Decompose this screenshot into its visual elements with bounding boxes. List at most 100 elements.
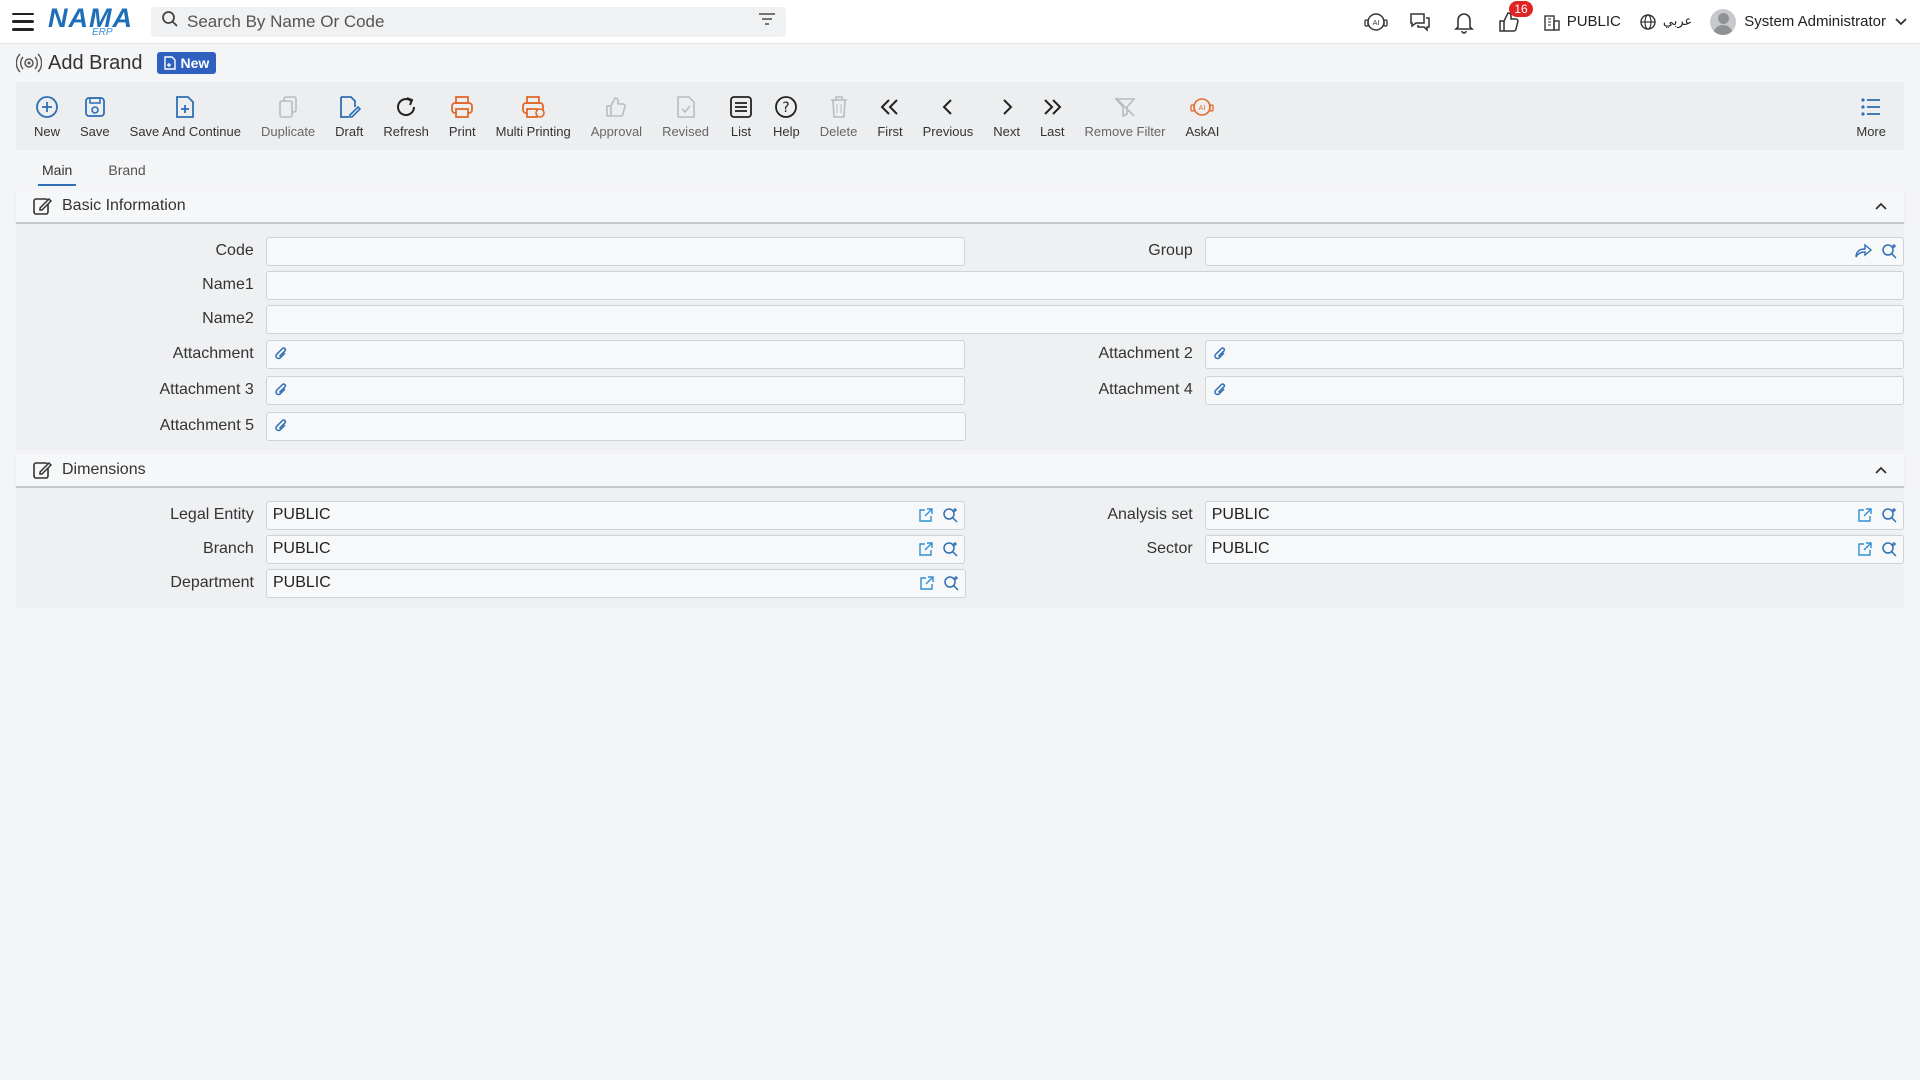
language-selector[interactable]: عربي bbox=[1639, 13, 1692, 31]
chat-icon[interactable] bbox=[1407, 9, 1433, 35]
multi-printing-label: Multi Printing bbox=[495, 124, 571, 139]
group-label: Group bbox=[1148, 242, 1193, 259]
new-button-label: New bbox=[34, 124, 61, 139]
search-lookup-icon[interactable] bbox=[1881, 541, 1897, 557]
approvals-icon[interactable]: 16 bbox=[1495, 0, 1533, 35]
tab-main[interactable]: Main bbox=[38, 162, 77, 186]
paperclip-icon[interactable] bbox=[273, 345, 289, 363]
draft-button-label: Draft bbox=[335, 124, 364, 139]
delete-button[interactable]: Delete bbox=[810, 86, 868, 146]
dimensions-header[interactable]: Dimensions bbox=[16, 454, 1904, 488]
refresh-button[interactable]: Refresh bbox=[373, 86, 439, 146]
print-button[interactable]: Print bbox=[439, 86, 486, 146]
legal-entity-label: Legal Entity bbox=[170, 506, 254, 523]
search-lookup-icon[interactable] bbox=[942, 541, 958, 557]
page-title: Add Brand bbox=[48, 51, 143, 74]
name2-field[interactable] bbox=[265, 304, 1904, 334]
search-icon[interactable] bbox=[161, 10, 179, 33]
chevron-up-icon[interactable] bbox=[1874, 465, 1888, 475]
name1-label: Name1 bbox=[202, 276, 254, 293]
chevron-right-icon bbox=[1002, 99, 1012, 115]
logo[interactable]: NAMA ERP bbox=[48, 5, 133, 38]
search-lookup-icon[interactable] bbox=[943, 575, 959, 591]
remove-filter-button[interactable]: Remove Filter bbox=[1075, 86, 1176, 146]
filter-icon[interactable] bbox=[758, 12, 776, 31]
tab-brand[interactable]: Brand bbox=[104, 162, 149, 186]
duplicate-button[interactable]: Duplicate bbox=[251, 86, 325, 146]
multi-printing-button[interactable]: Multi Printing bbox=[486, 86, 581, 146]
hamburger-menu-icon[interactable] bbox=[12, 12, 34, 31]
name1-field[interactable] bbox=[265, 270, 1904, 300]
draft-button[interactable]: Draft bbox=[325, 86, 373, 146]
last-button[interactable]: Last bbox=[1030, 86, 1075, 146]
attachment3-field[interactable] bbox=[265, 375, 965, 405]
share-icon[interactable] bbox=[1855, 243, 1873, 259]
paperclip-icon[interactable] bbox=[273, 381, 289, 399]
branch-field[interactable]: PUBLIC bbox=[265, 534, 965, 564]
attachment-label: Attachment bbox=[172, 345, 254, 362]
department-field[interactable]: PUBLIC bbox=[266, 568, 966, 598]
open-link-icon[interactable] bbox=[918, 507, 934, 523]
next-button[interactable]: Next bbox=[983, 86, 1030, 146]
revised-button[interactable]: Revised bbox=[652, 86, 719, 146]
attachment-field[interactable] bbox=[265, 339, 965, 369]
analysis-set-value: PUBLIC bbox=[1211, 506, 1270, 523]
attachment3-label: Attachment 3 bbox=[159, 381, 254, 398]
attachment4-field[interactable] bbox=[1204, 375, 1904, 405]
list-button[interactable]: List bbox=[719, 86, 763, 146]
search-lookup-icon[interactable] bbox=[942, 507, 958, 523]
org-selector[interactable]: PUBLIC bbox=[1543, 13, 1621, 31]
open-link-icon[interactable] bbox=[919, 575, 935, 591]
search-bar bbox=[151, 6, 786, 37]
attachment2-field[interactable] bbox=[1204, 339, 1904, 369]
name2-label: Name2 bbox=[202, 310, 254, 327]
double-chevron-left-icon bbox=[880, 99, 898, 115]
user-menu[interactable]: System Administrator bbox=[1710, 8, 1908, 35]
logo-text: NAMA bbox=[48, 3, 133, 33]
analysis-set-label: Analysis set bbox=[1107, 506, 1193, 523]
action-toolbar: New Save Save And Continue Duplicate Dra… bbox=[16, 82, 1904, 150]
approval-button[interactable]: Approval bbox=[581, 86, 652, 146]
search-lookup-icon[interactable] bbox=[1881, 243, 1897, 259]
sector-field[interactable]: PUBLIC bbox=[1204, 534, 1904, 564]
analysis-set-field[interactable]: PUBLIC bbox=[1204, 500, 1904, 530]
search-input[interactable] bbox=[187, 11, 758, 32]
previous-button[interactable]: Previous bbox=[913, 86, 984, 146]
legal-entity-field[interactable]: PUBLIC bbox=[265, 500, 965, 530]
save-and-continue-button[interactable]: Save And Continue bbox=[120, 86, 251, 146]
paperclip-icon[interactable] bbox=[1212, 345, 1228, 363]
ai-assistant-icon[interactable]: AI bbox=[1363, 9, 1389, 35]
refresh-button-label: Refresh bbox=[383, 124, 429, 139]
attachment2-label: Attachment 2 bbox=[1098, 345, 1193, 362]
first-button-label: First bbox=[877, 124, 903, 139]
open-link-icon[interactable] bbox=[1857, 541, 1873, 557]
help-button[interactable]: ? Help bbox=[763, 86, 810, 146]
help-button-label: Help bbox=[773, 124, 800, 139]
open-link-icon[interactable] bbox=[1857, 507, 1873, 523]
paperclip-icon[interactable] bbox=[273, 417, 289, 435]
askai-button[interactable]: AI AskAI bbox=[1175, 86, 1229, 146]
chevron-down-icon bbox=[1895, 17, 1907, 25]
group-field[interactable] bbox=[1204, 236, 1904, 266]
edit-icon bbox=[33, 197, 52, 215]
list-icon bbox=[730, 96, 752, 118]
save-button[interactable]: Save bbox=[70, 86, 120, 146]
attachment5-field[interactable] bbox=[266, 411, 966, 441]
plus-circle-icon bbox=[36, 96, 58, 118]
search-lookup-icon[interactable] bbox=[1881, 507, 1897, 523]
new-button[interactable]: New bbox=[24, 86, 70, 146]
first-button[interactable]: First bbox=[867, 86, 912, 146]
help-icon: ? bbox=[775, 96, 798, 118]
chevron-up-icon[interactable] bbox=[1874, 201, 1888, 211]
bell-icon[interactable] bbox=[1451, 9, 1477, 35]
paperclip-icon[interactable] bbox=[1212, 381, 1228, 399]
more-button[interactable]: More bbox=[1846, 86, 1896, 146]
print-button-label: Print bbox=[448, 124, 476, 139]
branch-value: PUBLIC bbox=[272, 540, 331, 557]
department-value: PUBLIC bbox=[273, 574, 331, 591]
open-link-icon[interactable] bbox=[918, 541, 934, 557]
user-name: System Administrator bbox=[1744, 13, 1886, 30]
basic-information-header[interactable]: Basic Information bbox=[16, 190, 1904, 224]
code-field[interactable] bbox=[265, 236, 965, 266]
svg-text:AI: AI bbox=[1372, 19, 1379, 27]
